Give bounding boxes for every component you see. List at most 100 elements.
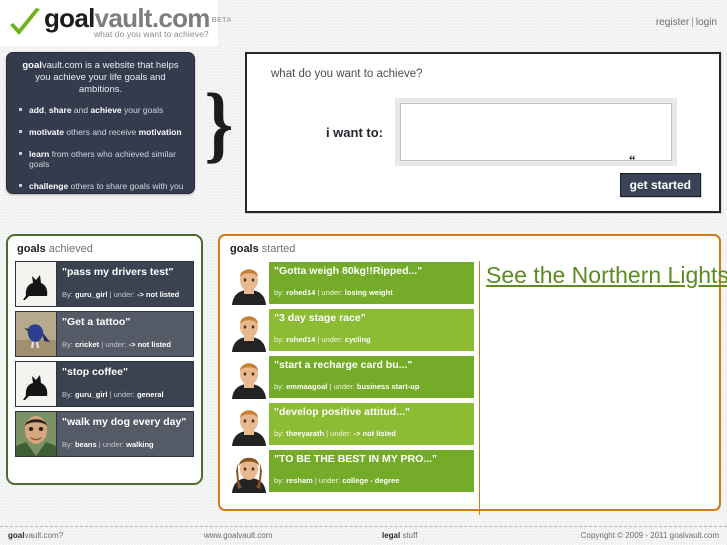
- goal-title: "start a recharge card bu...": [274, 359, 413, 371]
- list-item[interactable]: "stop coffee" By: guru_girl | under: gen…: [15, 361, 194, 407]
- list-item: motivate others and receive motivation: [19, 127, 186, 137]
- by-label: By:: [62, 440, 73, 449]
- list-item[interactable]: "TO BE THE BEST IN MY PRO..." by: resham…: [228, 449, 475, 494]
- male-avatar-short-hair-icon: [229, 403, 269, 447]
- intro-lead-rest: vault.com is a website that helps you ac…: [35, 60, 179, 95]
- intro-lead-bold: goal: [22, 60, 42, 71]
- goal-category: -> not listed: [136, 290, 180, 299]
- bullet-bold-1: add: [29, 105, 45, 115]
- goal-input[interactable]: [400, 103, 672, 161]
- by-label: by:: [274, 476, 285, 485]
- goal-author: cricket: [74, 340, 100, 349]
- under-label: under:: [113, 290, 135, 299]
- started-goals-list: "Gotta weigh 80kg!!Ripped..." by: rohed1…: [228, 261, 475, 515]
- login-link[interactable]: login: [696, 17, 717, 28]
- bullet-tail: your goals: [121, 105, 164, 115]
- bullet-mid-1: others and receive: [63, 127, 139, 137]
- list-item: challenge others to share goals with you: [19, 181, 186, 191]
- list-item: add, share and achieve your goals: [19, 105, 186, 115]
- list-item[interactable]: "3 day stage race" by: rohed14 | under: …: [228, 308, 475, 353]
- goal-category: losing weight: [344, 288, 393, 297]
- goal-title: "pass my drivers test": [62, 266, 174, 278]
- goals-achieved-title: goals achieved: [17, 243, 194, 255]
- goal-title: "walk my dog every day": [62, 416, 187, 428]
- footer-column-legal: legal stuff: [382, 531, 554, 540]
- goals-started-panel: goals started "Gotta weigh 80kg!!Ripped.…: [218, 234, 727, 515]
- panel-title-rest: achieved: [45, 243, 93, 255]
- panel-title-rest: started: [258, 243, 296, 255]
- under-label: under:: [105, 340, 127, 349]
- tag-link[interactable]: See the Northern Lights: [486, 262, 727, 288]
- by-label: By:: [62, 390, 73, 399]
- panel-title-bold: goals: [17, 243, 46, 255]
- goal-meta: By: guru_girl | under: general: [62, 390, 164, 399]
- male-avatar-short-hair-icon: [229, 356, 269, 400]
- list-item[interactable]: "Gotta weigh 80kg!!Ripped..." by: rohed1…: [228, 261, 475, 306]
- goal-category: business start-up: [356, 382, 420, 391]
- goal-meta: by: rohed14 | under: cycling: [274, 335, 371, 344]
- bullet-mid-1: others to share goals with you: [68, 181, 184, 191]
- panel-title-bold: goals: [230, 243, 259, 255]
- under-label: under:: [333, 382, 355, 391]
- goals-started-title: goals started: [230, 243, 711, 255]
- list-item[interactable]: "walk my dog every day" By: beans | unde…: [15, 411, 194, 457]
- goal-title: "Get a tattoo": [62, 316, 131, 328]
- bullet-mid-1: from others who achieved similar goals: [29, 149, 176, 169]
- male-avatar-short-hair-icon: [229, 262, 269, 306]
- register-link[interactable]: register: [656, 17, 689, 28]
- site-footer: goalvault.com? www.goalvault.com legal s…: [0, 526, 727, 545]
- site-header: goalvault.com BETA what do you want to a…: [0, 0, 727, 46]
- by-label: by:: [274, 288, 285, 297]
- goal-meta: by: theeyarath | under: -> not listed: [274, 429, 396, 438]
- goal-title: "stop coffee": [62, 366, 128, 378]
- beta-badge: BETA: [211, 17, 232, 24]
- i-want-to-label: i want to:: [325, 124, 383, 140]
- goal-category: walking: [126, 440, 154, 449]
- goal-category: -> not listed: [353, 429, 396, 438]
- goal-author: guru_girl: [74, 290, 108, 299]
- footer-col1-bold: goal: [8, 531, 25, 540]
- goal-category: general: [136, 390, 164, 399]
- by-label: by:: [274, 335, 285, 344]
- goal-meta: by: emmaagoal | under: business start-up: [274, 382, 420, 391]
- list-item[interactable]: "develop positive attitud..." by: theeya…: [228, 402, 475, 447]
- site-logo[interactable]: goalvault.com BETA what do you want to a…: [8, 3, 231, 41]
- list-item[interactable]: "Get a tattoo" By: cricket | under: -> n…: [15, 311, 194, 357]
- achieve-form-panel: what do you want to achieve? i want to: …: [245, 52, 721, 213]
- header-links: register | login: [656, 17, 717, 28]
- curly-brace-decoration: }: [196, 52, 242, 194]
- footer-copyright: Copyright © 2009 - 2011 goalvault.com: [580, 531, 719, 540]
- goals-achieved-panel: goals achieved "pass my drivers test" By…: [6, 234, 203, 485]
- get-started-button[interactable]: get started: [619, 173, 701, 197]
- under-label: under:: [330, 429, 352, 438]
- footer-site-url[interactable]: www.goalvault.com: [204, 531, 272, 540]
- man-face-photo-icon: [16, 412, 57, 456]
- goal-title: "Gotta weigh 80kg!!Ripped...": [274, 265, 423, 277]
- bullet-bold-2: share: [48, 105, 72, 115]
- goal-author: rohed14: [286, 288, 316, 297]
- footer-column-site: www.goalvault.com: [204, 531, 382, 540]
- green-check-icon: [10, 8, 40, 35]
- goal-title: "TO BE THE BEST IN MY PRO...": [274, 453, 438, 465]
- list-item[interactable]: "start a recharge card bu..." by: emmaag…: [228, 355, 475, 400]
- goal-author: resham: [286, 476, 313, 485]
- under-label: under:: [321, 288, 343, 297]
- goal-input-shell: [395, 98, 677, 166]
- under-label: under:: [113, 390, 135, 399]
- curly-brace-icon: }: [204, 75, 234, 171]
- goal-author: emmaagoal: [286, 382, 328, 391]
- by-label: by:: [274, 429, 285, 438]
- goal-input-row: i want to:: [247, 98, 723, 166]
- goal-category: cycling: [344, 335, 371, 344]
- under-label: under:: [102, 440, 125, 449]
- intro-bullet-list: add, share and achieve your goals motiva…: [15, 105, 186, 191]
- tag-cloud: See the Northern Lightsgo campinglearn F…: [486, 261, 727, 515]
- goal-author: rohed14: [286, 335, 316, 344]
- logo-goal-text: goal: [44, 3, 95, 33]
- list-item[interactable]: "pass my drivers test" By: guru_girl | u…: [15, 261, 194, 307]
- footer-col3-bold: legal: [382, 531, 401, 540]
- black-cat-photo-icon: [16, 362, 57, 406]
- header-link-separator: |: [691, 17, 694, 28]
- goal-meta: by: rohed14 | under: losing weight: [274, 288, 393, 297]
- bullet-bold-1: learn: [29, 149, 50, 159]
